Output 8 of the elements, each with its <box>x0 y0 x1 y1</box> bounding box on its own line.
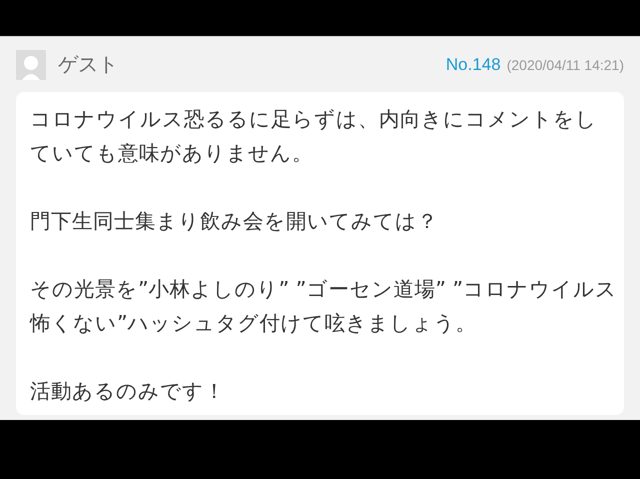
author-name: ゲスト <box>58 51 118 78</box>
comment-paragraph: その光景を”小林よしのり” ”ゴーセン道場” ”コロナウイルス 怖くない”ハッシュタグ付けて呟きましょう。 <box>30 276 614 337</box>
comment-paragraph: コロナウイルス恐るるに足らずは、内向きにコメントをし ていても意味がありません。 <box>30 106 598 167</box>
comment-paragraph: 活動あるのみです！ <box>30 378 226 405</box>
comment-paragraph: 門下生同士集まり飲み会を開いてみては？ <box>30 208 439 235</box>
avatar-icon <box>16 50 46 80</box>
comment-timestamp: (2020/04/11 14:21) <box>506 56 624 72</box>
comment-number[interactable]: No.148 <box>446 54 501 74</box>
